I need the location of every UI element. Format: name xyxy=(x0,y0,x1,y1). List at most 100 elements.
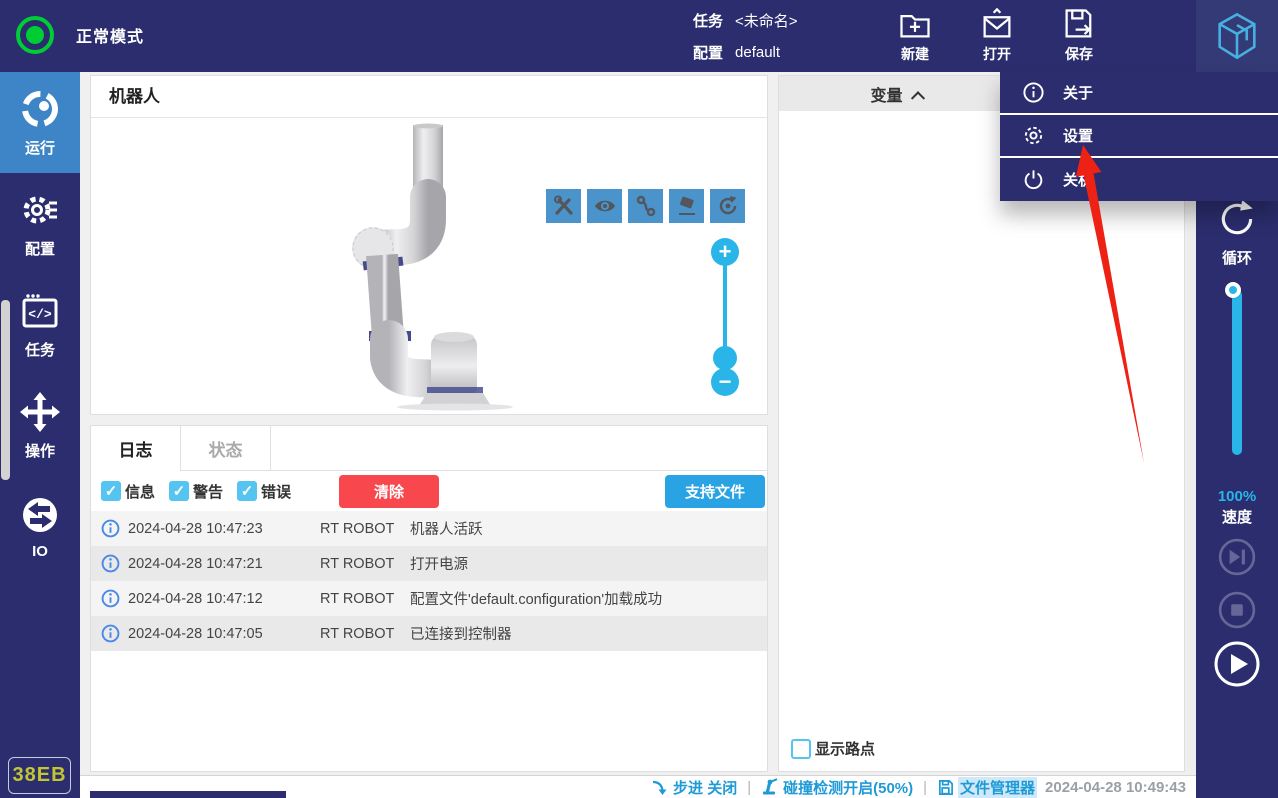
info-icon xyxy=(101,589,120,608)
robot-3d-view[interactable]: + − xyxy=(91,118,767,414)
tab-log[interactable]: 日志 xyxy=(91,426,181,471)
topbar: 正常模式 任务 <未命名> 配置 default 新建 打开 保存 xyxy=(0,0,1278,72)
visibility-button[interactable] xyxy=(587,189,622,223)
menu-shutdown-label: 关机 xyxy=(1063,172,1094,189)
sidebar-item-operate[interactable]: 操作 xyxy=(0,375,80,476)
sidebar-item-label: 配置 xyxy=(24,241,55,258)
log-time: 2024-04-28 10:47:05 xyxy=(128,625,263,642)
robot-panel: 机器人 + − xyxy=(90,75,768,415)
filter-error-checkbox[interactable]: ✓ 错误 xyxy=(237,481,291,502)
sidebar-item-task[interactable]: </> 任务 xyxy=(0,274,80,375)
gear-icon xyxy=(1024,126,1043,145)
file-manager-disk-icon xyxy=(939,779,953,795)
info-icon xyxy=(101,624,120,643)
wrench-tools-icon xyxy=(553,195,573,215)
tab-spacer xyxy=(271,426,767,471)
filter-info-checkbox[interactable]: ✓ 信息 xyxy=(101,481,155,502)
file-manager-label: 文件管理器 xyxy=(958,776,1038,798)
speed-value: 100% xyxy=(1217,488,1257,505)
tab-status[interactable]: 状态 xyxy=(181,426,271,471)
step-next-button[interactable] xyxy=(1196,538,1278,576)
step-mode-toggle[interactable]: 步进 关闭 xyxy=(651,777,737,798)
filter-info-label: 信息 xyxy=(125,483,156,501)
collision-detect-label: 碰撞检测开启(50%) xyxy=(783,779,914,797)
collision-detect-toggle[interactable]: 碰撞检测开启(50%) xyxy=(761,777,913,798)
log-source: RT ROBOT xyxy=(320,590,395,607)
config-value: default xyxy=(735,43,781,61)
move-arrows-icon xyxy=(20,392,60,432)
checkbox-checked-icon: ✓ xyxy=(169,481,190,501)
menu-item-about[interactable]: 关于 xyxy=(1000,72,1278,115)
variables-scrollbar-thumb[interactable] xyxy=(1,300,10,480)
zoom-slider-handle[interactable] xyxy=(713,346,737,370)
horizontal-scrollbar-thumb[interactable] xyxy=(90,791,286,798)
save-task-button[interactable]: 保存 xyxy=(1048,6,1110,66)
menu-item-settings[interactable]: 设置 xyxy=(1000,115,1278,158)
status-green-icon xyxy=(16,16,54,54)
loop-button[interactable]: 循环 xyxy=(1196,198,1278,268)
new-folder-icon xyxy=(900,15,930,38)
new-task-label: 新建 xyxy=(901,46,929,62)
info-icon xyxy=(101,519,120,538)
play-icon xyxy=(1214,641,1260,687)
checkbox-unchecked-icon xyxy=(791,738,811,759)
sidebar-item-run[interactable]: 运行 xyxy=(0,72,80,173)
step-arrow-icon xyxy=(652,780,667,795)
menu-item-shutdown[interactable]: 关机 xyxy=(1000,158,1278,201)
config-label: 配置 xyxy=(693,44,724,62)
log-time: 2024-04-28 10:47:21 xyxy=(128,555,263,572)
zoom-control: + − xyxy=(709,238,741,438)
save-disk-icon xyxy=(1065,9,1092,38)
play-button[interactable] xyxy=(1196,640,1278,688)
skip-next-icon xyxy=(1218,538,1256,576)
filter-warning-label: 警告 xyxy=(193,483,224,501)
io-swap-icon xyxy=(23,498,57,532)
log-tabs: 日志 状态 xyxy=(91,426,767,471)
open-task-label: 打开 xyxy=(983,46,1011,62)
app-root: 正常模式 任务 <未命名> 配置 default 新建 打开 保存 运行 配置 … xyxy=(0,0,1278,798)
brand-cube-icon xyxy=(1218,12,1256,60)
log-list: 2024-04-28 10:47:23 RT ROBOT 机器人活跃 2024-… xyxy=(91,511,767,651)
log-row: 2024-04-28 10:47:12 RT ROBOT 配置文件'defaul… xyxy=(91,581,767,616)
log-filter-row: ✓ 信息 ✓ 警告 ✓ 错误 清除 支持文件 xyxy=(91,471,767,511)
run-icon xyxy=(22,91,58,127)
variables-title: 变量 xyxy=(870,87,903,105)
sidebar-item-config[interactable]: 配置 xyxy=(0,173,80,274)
log-source: RT ROBOT xyxy=(320,555,395,572)
log-source: RT ROBOT xyxy=(320,520,395,537)
zoom-in-button[interactable]: + xyxy=(711,238,739,266)
checkbox-checked-icon: ✓ xyxy=(237,481,258,501)
menu-settings-label: 设置 xyxy=(1063,128,1094,145)
view-toolbar xyxy=(546,189,745,223)
show-waypoints-checkbox[interactable]: 显示路点 xyxy=(791,738,875,759)
tools-button[interactable] xyxy=(546,189,581,223)
log-message: 配置文件'default.configuration'加载成功 xyxy=(410,592,663,608)
open-task-button[interactable]: 打开 xyxy=(966,6,1028,66)
app-menu-button[interactable] xyxy=(1196,0,1278,72)
robot-panel-title: 机器人 xyxy=(91,76,767,118)
support-files-button[interactable]: 支持文件 xyxy=(665,474,765,508)
erase-button[interactable] xyxy=(669,189,704,223)
mode-label: 正常模式 xyxy=(76,29,145,46)
path-button[interactable] xyxy=(628,189,663,223)
save-task-label: 保存 xyxy=(1065,46,1093,62)
filter-error-label: 错误 xyxy=(261,483,292,501)
speed-slider-handle[interactable] xyxy=(1225,282,1241,298)
left-sidebar: 运行 配置 </> 任务 操作 IO 38EB xyxy=(0,72,80,798)
gear-icon xyxy=(23,196,57,224)
clear-button[interactable]: 清除 xyxy=(339,474,440,508)
speed-slider-track[interactable] xyxy=(1225,282,1242,455)
sidebar-item-label: IO xyxy=(32,543,48,560)
new-task-button[interactable]: 新建 xyxy=(884,6,946,66)
stop-button[interactable] xyxy=(1196,591,1278,629)
rotate-icon xyxy=(719,196,736,215)
sidebar-item-io[interactable]: IO xyxy=(0,476,80,577)
reset-view-button[interactable] xyxy=(710,189,745,223)
task-label: 任务 xyxy=(693,12,724,30)
log-message: 已连接到控制器 xyxy=(410,627,512,643)
zoom-out-button[interactable]: − xyxy=(711,368,739,396)
statusbar-clock: 2024-04-28 10:49:43 xyxy=(1045,778,1186,796)
code-window-icon: </> xyxy=(22,294,58,328)
file-manager-button[interactable]: 文件管理器 xyxy=(937,776,1038,798)
filter-warning-checkbox[interactable]: ✓ 警告 xyxy=(169,481,223,502)
